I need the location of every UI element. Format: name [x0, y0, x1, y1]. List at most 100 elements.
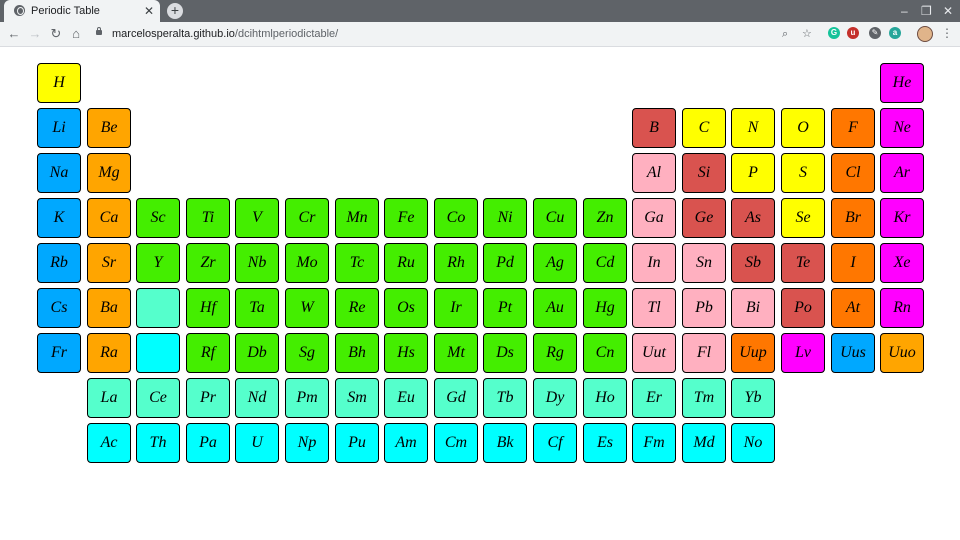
- element-er[interactable]: Er: [632, 378, 676, 418]
- element-as[interactable]: As: [731, 198, 775, 238]
- element-rh[interactable]: Rh: [434, 243, 478, 283]
- element-xe[interactable]: Xe: [880, 243, 924, 283]
- element-eu[interactable]: Eu: [384, 378, 428, 418]
- element-sn[interactable]: Sn: [682, 243, 726, 283]
- element-hg[interactable]: Hg: [583, 288, 627, 328]
- element-placeholder-actin[interactable]: [136, 333, 180, 373]
- element-fr[interactable]: Fr: [37, 333, 81, 373]
- element-bh[interactable]: Bh: [335, 333, 379, 373]
- element-ne[interactable]: Ne: [880, 108, 924, 148]
- element-dy[interactable]: Dy: [533, 378, 577, 418]
- element-w[interactable]: W: [285, 288, 329, 328]
- minimize-icon[interactable]: –: [901, 3, 908, 19]
- element-gd[interactable]: Gd: [434, 378, 478, 418]
- browser-tab[interactable]: Periodic Table ✕: [4, 0, 160, 22]
- element-sr[interactable]: Sr: [87, 243, 131, 283]
- element-pa[interactable]: Pa: [186, 423, 230, 463]
- element-uup[interactable]: Uup: [731, 333, 775, 373]
- element-na[interactable]: Na: [37, 153, 81, 193]
- element-ac[interactable]: Ac: [87, 423, 131, 463]
- element-cm[interactable]: Cm: [434, 423, 478, 463]
- element-fe[interactable]: Fe: [384, 198, 428, 238]
- element-at[interactable]: At: [831, 288, 875, 328]
- element-te[interactable]: Te: [781, 243, 825, 283]
- element-au[interactable]: Au: [533, 288, 577, 328]
- element-ni[interactable]: Ni: [483, 198, 527, 238]
- element-rn[interactable]: Rn: [880, 288, 924, 328]
- restore-icon[interactable]: ❐: [921, 3, 932, 19]
- element-mg[interactable]: Mg: [87, 153, 131, 193]
- element-y[interactable]: Y: [136, 243, 180, 283]
- element-fm[interactable]: Fm: [632, 423, 676, 463]
- bookmark-star-icon[interactable]: ☆: [802, 28, 812, 40]
- element-hf[interactable]: Hf: [186, 288, 230, 328]
- element-ba[interactable]: Ba: [87, 288, 131, 328]
- element-uut[interactable]: Uut: [632, 333, 676, 373]
- back-icon[interactable]: ←: [6, 25, 22, 43]
- element-al[interactable]: Al: [632, 153, 676, 193]
- element-ds[interactable]: Ds: [483, 333, 527, 373]
- element-hs[interactable]: Hs: [384, 333, 428, 373]
- element-pd[interactable]: Pd: [483, 243, 527, 283]
- element-nb[interactable]: Nb: [235, 243, 279, 283]
- element-si[interactable]: Si: [682, 153, 726, 193]
- ext-a-extension-icon[interactable]: a: [889, 27, 901, 39]
- element-bi[interactable]: Bi: [731, 288, 775, 328]
- element-rg[interactable]: Rg: [533, 333, 577, 373]
- address-bar[interactable]: marcelosperalta.github.io/dcihtmlperiodi…: [90, 24, 822, 44]
- element-kr[interactable]: Kr: [880, 198, 924, 238]
- element-md[interactable]: Md: [682, 423, 726, 463]
- element-nd[interactable]: Nd: [235, 378, 279, 418]
- url-text[interactable]: marcelosperalta.github.io/dcihtmlperiodi…: [112, 28, 338, 40]
- forward-icon[interactable]: →: [27, 25, 43, 43]
- element-ce[interactable]: Ce: [136, 378, 180, 418]
- element-bk[interactable]: Bk: [483, 423, 527, 463]
- element-ra[interactable]: Ra: [87, 333, 131, 373]
- element-cd[interactable]: Cd: [583, 243, 627, 283]
- element-ta[interactable]: Ta: [235, 288, 279, 328]
- element-ag[interactable]: Ag: [533, 243, 577, 283]
- element-ir[interactable]: Ir: [434, 288, 478, 328]
- element-np[interactable]: Np: [285, 423, 329, 463]
- grammarly-extension-icon[interactable]: G: [828, 27, 840, 39]
- element-yb[interactable]: Yb: [731, 378, 775, 418]
- element-sc[interactable]: Sc: [136, 198, 180, 238]
- element-po[interactable]: Po: [781, 288, 825, 328]
- element-br[interactable]: Br: [831, 198, 875, 238]
- element-ca[interactable]: Ca: [87, 198, 131, 238]
- element-pu[interactable]: Pu: [335, 423, 379, 463]
- element-cu[interactable]: Cu: [533, 198, 577, 238]
- element-k[interactable]: K: [37, 198, 81, 238]
- element-cl[interactable]: Cl: [831, 153, 875, 193]
- element-zr[interactable]: Zr: [186, 243, 230, 283]
- element-la[interactable]: La: [87, 378, 131, 418]
- element-am[interactable]: Am: [384, 423, 428, 463]
- element-ar[interactable]: Ar: [880, 153, 924, 193]
- element-cr[interactable]: Cr: [285, 198, 329, 238]
- element-pt[interactable]: Pt: [483, 288, 527, 328]
- element-tc[interactable]: Tc: [335, 243, 379, 283]
- element-rb[interactable]: Rb: [37, 243, 81, 283]
- lock-icon[interactable]: [96, 27, 102, 35]
- element-mo[interactable]: Mo: [285, 243, 329, 283]
- menu-icon[interactable]: ⋮: [941, 27, 953, 39]
- ublock-extension-icon[interactable]: u: [847, 27, 859, 39]
- element-ga[interactable]: Ga: [632, 198, 676, 238]
- home-icon[interactable]: ⌂: [68, 25, 84, 43]
- element-co[interactable]: Co: [434, 198, 478, 238]
- element-ge[interactable]: Ge: [682, 198, 726, 238]
- element-no[interactable]: No: [731, 423, 775, 463]
- element-se[interactable]: Se: [781, 198, 825, 238]
- element-th[interactable]: Th: [136, 423, 180, 463]
- element-b[interactable]: B: [632, 108, 676, 148]
- element-cf[interactable]: Cf: [533, 423, 577, 463]
- element-f[interactable]: F: [831, 108, 875, 148]
- element-uuo[interactable]: Uuo: [880, 333, 924, 373]
- element-c[interactable]: C: [682, 108, 726, 148]
- window-close-icon[interactable]: ✕: [943, 3, 953, 19]
- new-tab-button[interactable]: +: [167, 3, 183, 19]
- element-pr[interactable]: Pr: [186, 378, 230, 418]
- element-tl[interactable]: Tl: [632, 288, 676, 328]
- zoom-icon[interactable]: ⌕: [782, 28, 788, 40]
- eyedropper-extension-icon[interactable]: ✎: [869, 27, 881, 39]
